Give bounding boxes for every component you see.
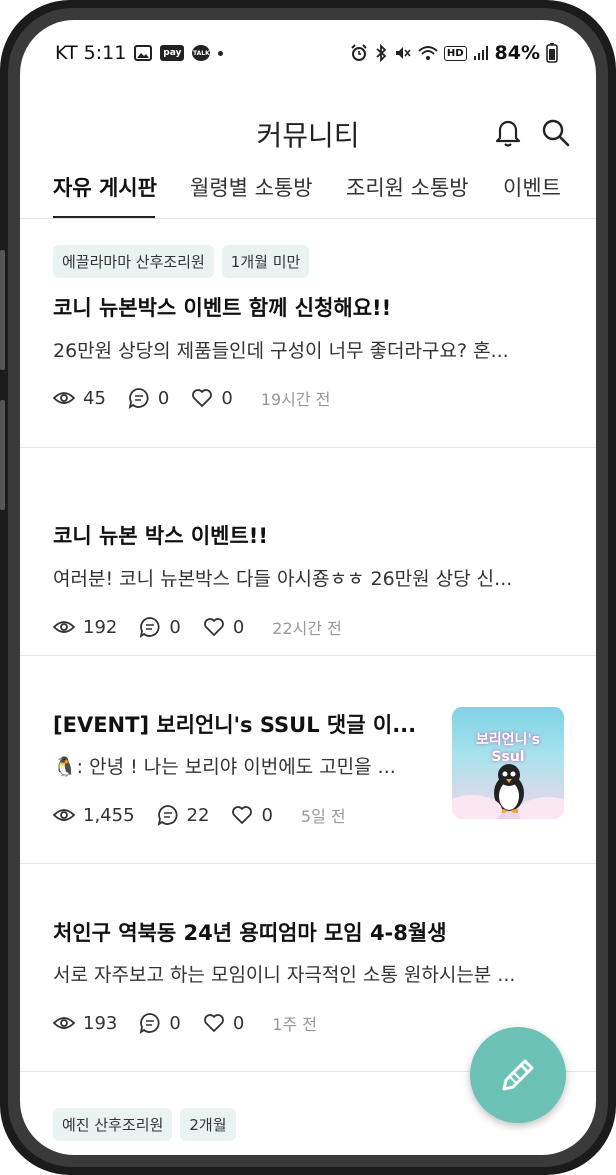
signal-icon bbox=[473, 46, 488, 60]
comment-count: 0 bbox=[157, 387, 170, 409]
comment-count: 22 bbox=[186, 804, 210, 826]
dot-icon bbox=[218, 50, 224, 56]
comment-icon bbox=[128, 388, 149, 409]
comment-count: 0 bbox=[169, 616, 181, 638]
battery-icon bbox=[546, 43, 558, 63]
hd-icon: HD bbox=[443, 45, 467, 61]
post-title: [EVENT] 보리언니's SSUL 댓글 이... bbox=[53, 713, 417, 737]
tab-free-board[interactable]: 자유 게시판 bbox=[53, 172, 157, 202]
comment-icon bbox=[140, 1013, 160, 1034]
post-preview: 🐧: 안녕 ! 나는 보리야 이번에도 고민을 ... bbox=[53, 756, 396, 778]
heart-icon bbox=[203, 1014, 224, 1032]
post-tag: 2개월 bbox=[180, 1108, 236, 1141]
post-time: 5일 전 bbox=[300, 807, 346, 826]
post-preview: 서로 자주보고 하는 모임이니 자극적인 소통 원하시는분 ... bbox=[53, 964, 516, 986]
volume-button bbox=[0, 250, 5, 370]
app-header: 커뮤니티 bbox=[20, 92, 596, 172]
comment-count: 0 bbox=[169, 1012, 181, 1034]
view-count: 1,455 bbox=[83, 804, 135, 826]
eye-icon bbox=[53, 809, 75, 821]
eye-icon bbox=[53, 621, 75, 633]
view-count: 45 bbox=[83, 387, 106, 409]
post-time: 22시간 전 bbox=[272, 619, 342, 638]
tab-age-group[interactable]: 월령별 소통방 bbox=[190, 172, 313, 202]
post-tag: 에끌라마마 산후조리원 bbox=[53, 245, 214, 278]
image-icon bbox=[134, 45, 153, 61]
tab-event[interactable]: 이벤트 bbox=[503, 172, 561, 202]
post-time: 1주 전 bbox=[272, 1015, 317, 1034]
search-icon[interactable] bbox=[539, 116, 571, 148]
like-count: 0 bbox=[261, 804, 273, 826]
bluetooth-icon bbox=[376, 44, 387, 62]
post-tag: 1개월 미만 bbox=[221, 245, 310, 278]
tab-bar: 자유 게시판 월령별 소통방 조리원 소통방 이벤트 bbox=[20, 172, 596, 218]
heart-icon bbox=[203, 618, 224, 636]
post-title: 처인구 역북동 24년 용띠엄마 모임 4-8월생 bbox=[53, 921, 447, 945]
eye-icon bbox=[53, 392, 75, 404]
like-count: 0 bbox=[232, 1012, 245, 1034]
carrier-time: KT 5:11 bbox=[55, 42, 127, 64]
post-tag: 예진 산후조리원 bbox=[53, 1108, 173, 1141]
post-preview: 26만원 상당의 제품들인데 구성이 너무 좋더라구요? 혼... bbox=[53, 340, 509, 362]
post-title: 코니 뉴본 박스 이벤트!! bbox=[53, 524, 268, 548]
post-preview: 여러분! 코니 뉴본박스 다들 아시죵ㅎㅎ 26만원 상당 신... bbox=[53, 568, 513, 590]
post-item[interactable]: 에끌라마마 산후조리원 1개월 미만 코니 뉴본박스 이벤트 함께 신청해요!!… bbox=[20, 219, 596, 448]
alarm-icon bbox=[351, 44, 367, 61]
wifi-icon bbox=[418, 46, 438, 60]
tab-care-center[interactable]: 조리원 소통방 bbox=[346, 172, 469, 202]
thumbnail-title: 보리언니's Ssul bbox=[475, 732, 541, 765]
heart-icon bbox=[232, 806, 253, 824]
like-count: 0 bbox=[232, 616, 245, 638]
view-count: 192 bbox=[83, 616, 118, 638]
like-count: 0 bbox=[221, 387, 233, 409]
post-time: 19시간 전 bbox=[260, 390, 331, 409]
pencil-icon bbox=[502, 1059, 534, 1091]
screen: KT 5:11 pay TALK HD 84% 커뮤니티 자유 게시판 월령별 … bbox=[20, 20, 596, 1155]
comment-icon bbox=[157, 805, 178, 826]
status-bar: KT 5:11 pay TALK HD 84% bbox=[20, 20, 596, 92]
post-item[interactable]: [EVENT] 보리언니's SSUL 댓글 이... 🐧: 안녕 ! 나는 보… bbox=[20, 656, 596, 864]
post-thumbnail: 보리언니's Ssul bbox=[452, 707, 564, 819]
phone-frame: KT 5:11 pay TALK HD 84% 커뮤니티 자유 게시판 월령별 … bbox=[0, 0, 616, 1175]
write-post-button[interactable] bbox=[470, 1027, 566, 1123]
post-title: 코니 뉴본박스 이벤트 함께 신청해요!! bbox=[53, 296, 392, 320]
comment-icon bbox=[140, 617, 160, 638]
pay-icon: pay bbox=[160, 45, 185, 61]
eye-icon bbox=[53, 1017, 75, 1029]
mute-icon bbox=[395, 47, 411, 59]
battery-level: 84% bbox=[494, 42, 540, 64]
bell-icon[interactable] bbox=[492, 116, 524, 148]
view-count: 193 bbox=[83, 1012, 118, 1034]
talk-icon: TALK bbox=[192, 45, 211, 61]
heart-icon bbox=[192, 389, 213, 407]
post-item[interactable]: 코니 뉴본 박스 이벤트!! 여러분! 코니 뉴본박스 다들 아시죵ㅎㅎ 26만… bbox=[20, 448, 596, 656]
side-button bbox=[0, 400, 5, 510]
